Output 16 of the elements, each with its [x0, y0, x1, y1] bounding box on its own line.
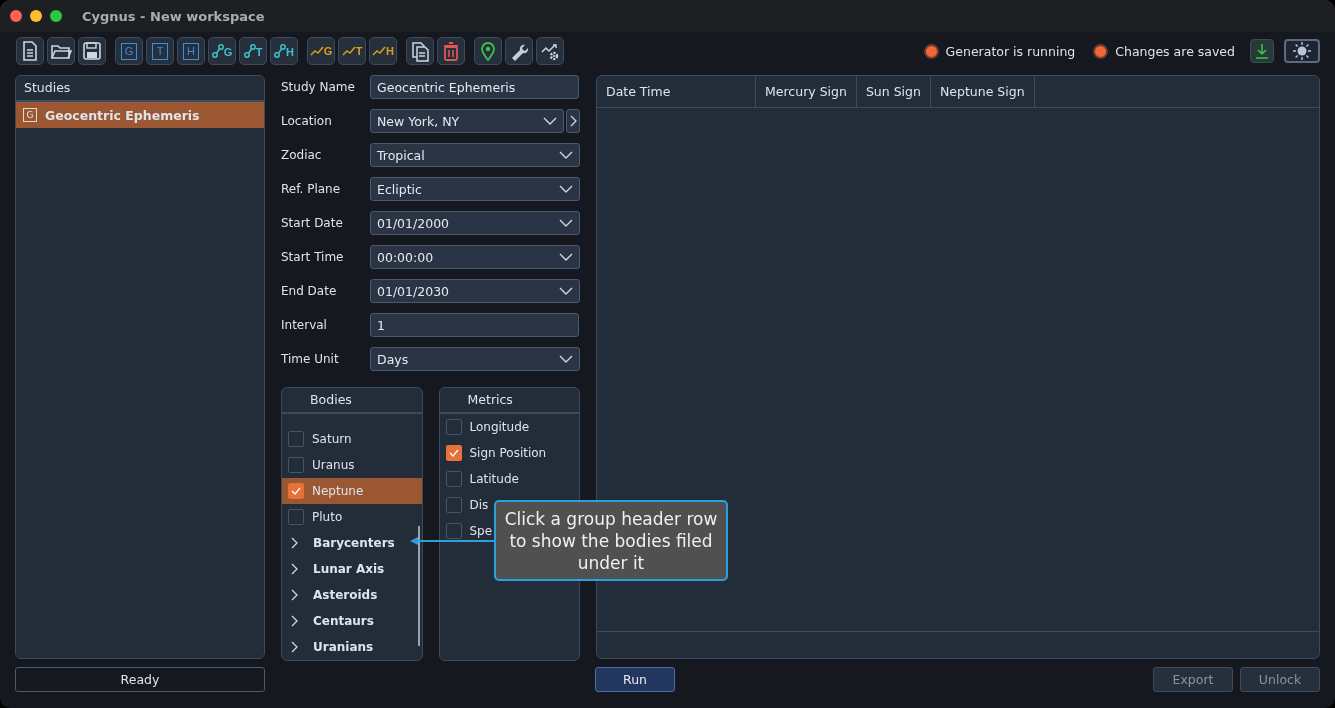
- status-label: Generator is running: [945, 43, 1076, 59]
- field-label: End Date: [281, 284, 338, 298]
- panel-title: Bodies: [282, 388, 422, 414]
- field-label: Start Date: [281, 216, 344, 230]
- status-label: Changes are saved: [1115, 43, 1235, 59]
- field-label: Zodiac: [281, 148, 323, 162]
- panel-title: Metrics: [439, 388, 579, 414]
- window-title: Cygnus - New workspace: [82, 8, 265, 24]
- field-label: Time Unit: [281, 352, 340, 366]
- field-label: Location: [281, 114, 333, 128]
- field-label: Start Time: [281, 250, 345, 264]
- field-label: Interval: [281, 318, 328, 332]
- field-label: Ref. Plane: [281, 182, 342, 196]
- tooltip: Click a group header row to show the bodies filed under it: [494, 500, 728, 581]
- field-label: Study Name: [281, 80, 356, 94]
- status-text: Ready: [15, 667, 265, 692]
